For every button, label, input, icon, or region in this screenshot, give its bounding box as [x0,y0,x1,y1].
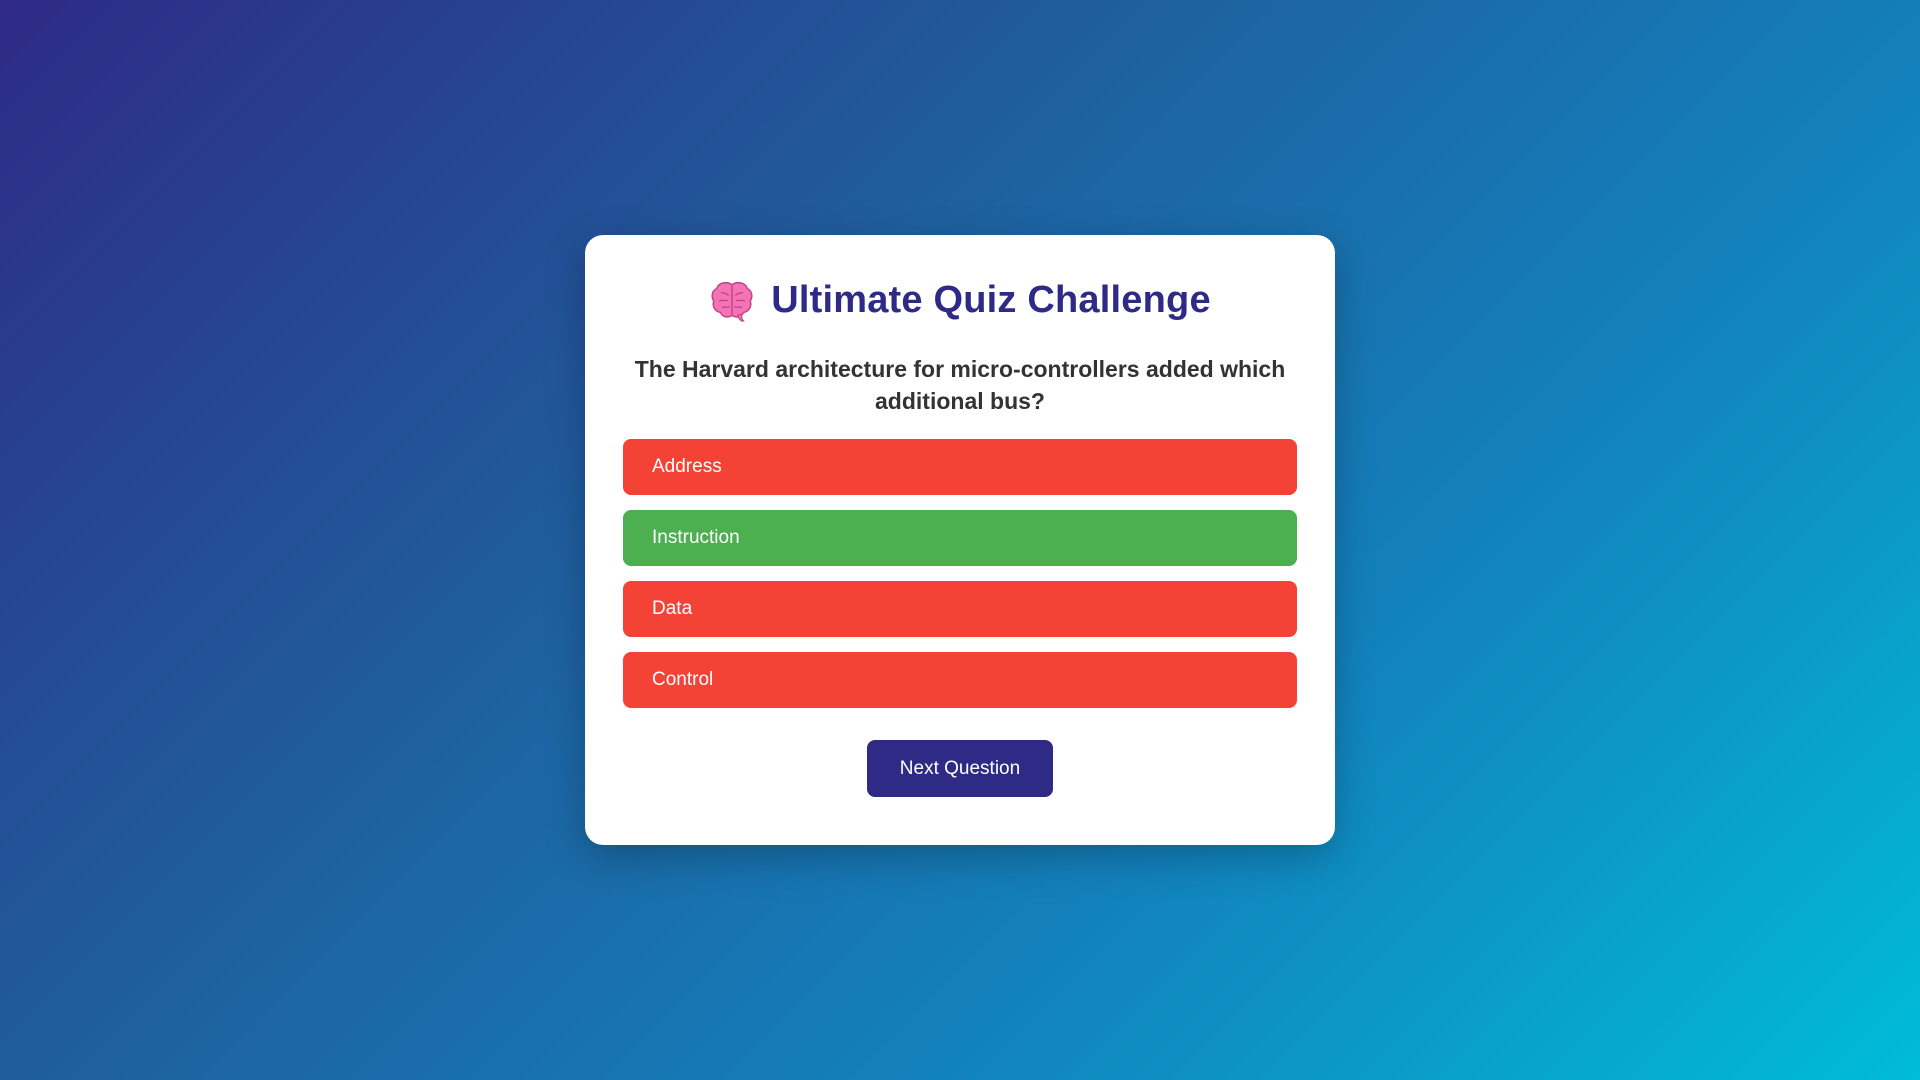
answer-option-control[interactable]: Control [623,652,1297,708]
answer-option-data[interactable]: Data [623,581,1297,637]
quiz-card: Ultimate Quiz Challenge The Harvard arch… [585,235,1335,845]
brain-icon [711,281,753,322]
answer-list: Address Instruction Data Control [623,439,1297,708]
answer-option-label: Instruction [652,527,740,548]
next-button-container: Next Question [623,740,1297,797]
next-question-button[interactable]: Next Question [867,740,1053,797]
answer-option-address[interactable]: Address [623,439,1297,495]
answer-option-label: Control [652,669,714,690]
answer-option-label: Data [652,598,693,619]
quiz-title: Ultimate Quiz Challenge [623,273,1297,327]
quiz-title-text: Ultimate Quiz Challenge [771,278,1211,321]
question-text: The Harvard architecture for micro-contr… [634,356,1286,414]
answer-option-instruction[interactable]: Instruction [623,510,1297,566]
answer-option-label: Address [652,456,722,477]
